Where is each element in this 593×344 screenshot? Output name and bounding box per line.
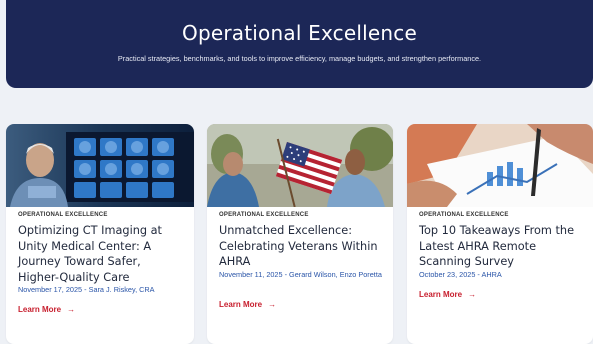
ct-imaging-photo[interactable] <box>6 124 194 207</box>
learn-more-link[interactable]: Learn More → <box>18 305 75 314</box>
arrow-right-icon: → <box>268 300 277 309</box>
learn-more-label: Learn More <box>18 305 62 314</box>
card-category: OPERATIONAL EXCELLENCE <box>419 212 509 218</box>
veterans-flag-photo[interactable] <box>207 124 393 207</box>
card-title[interactable]: Optimizing CT Imaging at Unity Medical C… <box>18 223 184 285</box>
learn-more-link[interactable]: Learn More → <box>419 290 476 299</box>
survey-chart-photo[interactable] <box>407 124 593 207</box>
learn-more-label: Learn More <box>219 300 263 309</box>
page-hero: Operational Excellence Practical strateg… <box>6 0 593 88</box>
card-title[interactable]: Top 10 Takeaways From the Latest AHRA Re… <box>419 223 583 270</box>
card-category: OPERATIONAL EXCELLENCE <box>18 212 108 218</box>
arrow-right-icon: → <box>67 305 76 314</box>
card-meta: October 23, 2025 - AHRA <box>419 270 502 279</box>
page-title: Operational Excellence <box>182 21 417 45</box>
card-title[interactable]: Unmatched Excellence: Celebrating Vetera… <box>219 223 383 270</box>
learn-more-link[interactable]: Learn More → <box>219 300 276 309</box>
card-meta: November 11, 2025 - Gerard Wilson, Enzo … <box>219 270 382 279</box>
card-category: OPERATIONAL EXCELLENCE <box>219 212 309 218</box>
article-card-survey[interactable]: OPERATIONAL EXCELLENCE Top 10 Takeaways … <box>407 124 593 344</box>
page-subtitle: Practical strategies, benchmarks, and to… <box>117 54 482 63</box>
learn-more-label: Learn More <box>419 290 463 299</box>
card-meta: November 17, 2025 - Sara J. Riskey, CRA <box>18 285 155 294</box>
arrow-right-icon: → <box>468 290 477 299</box>
article-card-veterans[interactable]: OPERATIONAL EXCELLENCE Unmatched Excelle… <box>207 124 393 344</box>
article-card-ct-imaging[interactable]: OPERATIONAL EXCELLENCE Optimizing CT Ima… <box>6 124 194 344</box>
